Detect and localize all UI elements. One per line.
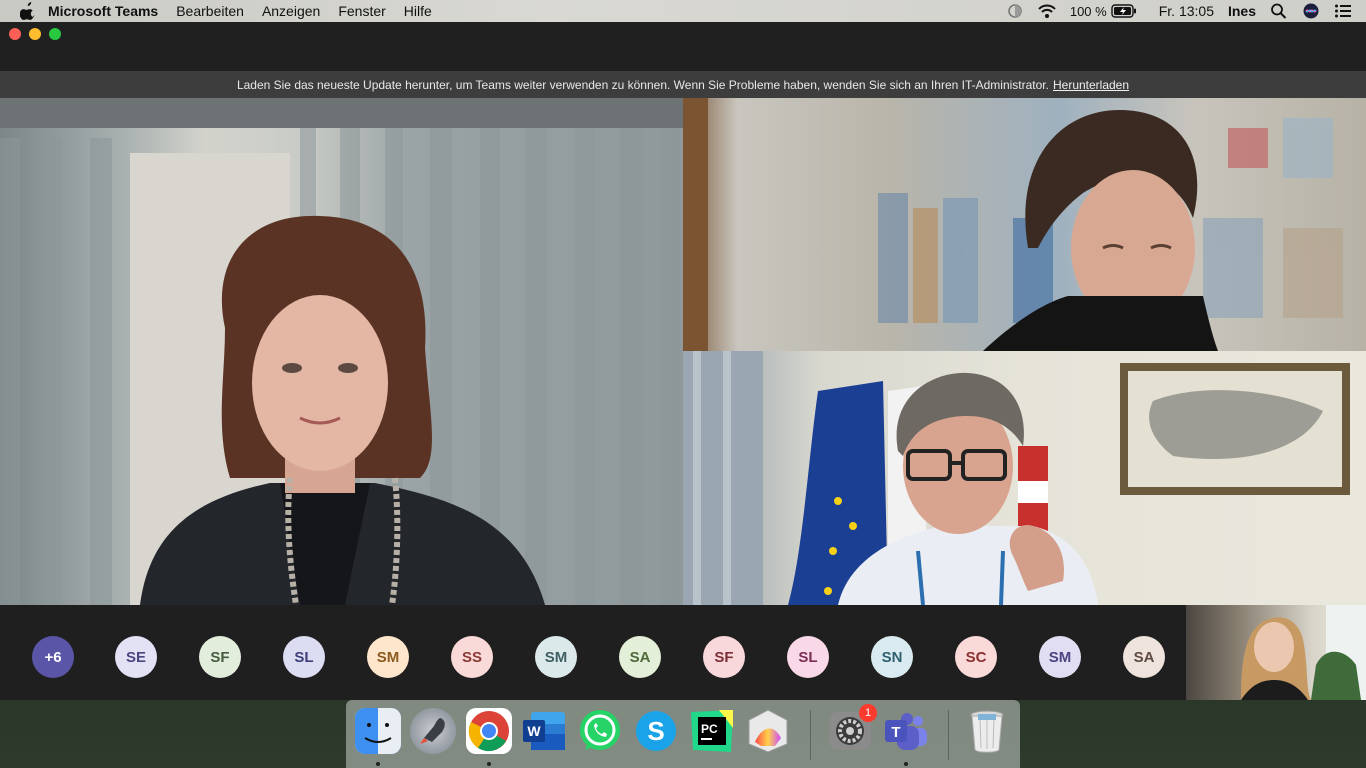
spotlight-search-icon[interactable]	[1270, 3, 1288, 19]
participant-avatar[interactable]: SF	[199, 636, 241, 678]
wifi-icon[interactable]	[1038, 3, 1056, 19]
participant-avatar[interactable]: SM	[367, 636, 409, 678]
avatar-initials: SM	[376, 648, 400, 666]
avatar-initials: SM	[1048, 648, 1072, 666]
update-banner: Laden Sie das neueste Update herunter, u…	[0, 71, 1366, 98]
participant-video-woman-blazer	[0, 98, 683, 605]
menu-bar: Microsoft Teams Bearbeiten Anzeigen Fens…	[0, 0, 1366, 22]
avatar-initials: SF	[210, 648, 230, 666]
avatar-initials: SF	[714, 648, 734, 666]
teams-icon: T	[885, 713, 927, 750]
participant-avatar[interactable]: SA	[619, 636, 661, 678]
participant-strip: +6 SE SF SL SM SS SM SA SF SL SN SC SM S…	[0, 605, 1186, 700]
apple-icon[interactable]	[20, 2, 36, 20]
battery-percentage: 100 %	[1069, 3, 1107, 19]
participant-avatar[interactable]: SF	[703, 636, 745, 678]
avatar-initials: SA	[1133, 648, 1155, 666]
participant-avatar[interactable]: SA	[1123, 636, 1165, 678]
video-tile-participant-3[interactable]	[683, 351, 1366, 605]
avatar-initials: SM	[544, 648, 568, 666]
participant-avatar[interactable]: SE	[115, 636, 157, 678]
window-close-button[interactable]	[9, 28, 21, 40]
word-icon: W	[523, 712, 565, 750]
avatar-initials: SE	[125, 648, 146, 666]
menu-anzeigen[interactable]: Anzeigen	[262, 3, 320, 19]
participant-avatar[interactable]: SS	[451, 636, 493, 678]
rocket-icon	[420, 718, 445, 744]
participant-avatar[interactable]: SL	[787, 636, 829, 678]
participant-avatar[interactable]: SC	[955, 636, 997, 678]
video-stage	[0, 98, 1366, 605]
menu-hilfe[interactable]: Hilfe	[404, 3, 432, 19]
siri-icon[interactable]	[1302, 3, 1320, 19]
menu-app-name[interactable]: Microsoft Teams	[48, 3, 158, 19]
svg-text:S: S	[647, 716, 664, 746]
dock-grapher[interactable]	[745, 708, 791, 754]
dock-finder[interactable]	[355, 708, 401, 754]
avatar-initials: SC	[965, 648, 987, 666]
svg-text:W: W	[527, 723, 541, 739]
window-maximize-button[interactable]	[49, 28, 61, 40]
skype-icon: S	[636, 711, 676, 751]
video-tile-main-speaker[interactable]	[0, 98, 683, 605]
dock-whatsapp[interactable]	[577, 708, 623, 754]
dock-chrome[interactable]	[466, 708, 512, 754]
avatar-initials: SL	[798, 648, 818, 666]
finder-icon	[355, 708, 401, 754]
avatar-initials: +6	[44, 648, 62, 666]
self-video-woman	[1241, 605, 1366, 700]
trash-icon	[970, 710, 1004, 753]
participant-avatar[interactable]: SL	[283, 636, 325, 678]
dock-trash[interactable]	[964, 708, 1010, 754]
participant-avatar[interactable]: SM	[1039, 636, 1081, 678]
avatar-initials: SS	[461, 648, 482, 666]
dock-word[interactable]: W	[521, 708, 567, 754]
participant-video-woman-turtleneck	[683, 98, 1343, 351]
pycharm-icon: PC	[691, 710, 733, 752]
grapher-icon	[748, 709, 788, 753]
dock: W S PC 1 T	[346, 700, 1020, 768]
whatsapp-icon	[580, 710, 620, 750]
dock-separator	[948, 710, 949, 760]
svg-text:PC: PC	[701, 722, 718, 736]
clock[interactable]: Fr. 13:05	[1159, 3, 1214, 19]
video-tile-participant-2[interactable]	[683, 98, 1366, 351]
dock-pycharm[interactable]: PC	[689, 708, 735, 754]
participant-video-man-glasses	[683, 351, 1350, 605]
dock-separator	[810, 710, 811, 760]
dock-running-indicator	[487, 762, 491, 766]
dock-running-indicator	[904, 762, 908, 766]
dock-launchpad[interactable]	[410, 708, 456, 754]
focus-icon[interactable]	[1006, 3, 1024, 19]
chrome-icon	[468, 711, 509, 752]
dock-teams[interactable]: T	[883, 708, 929, 754]
avatar-initials: SA	[629, 648, 651, 666]
title-bar[interactable]	[0, 22, 1366, 71]
dock-running-indicator	[376, 762, 380, 766]
menu-fenster[interactable]: Fenster	[338, 3, 385, 19]
avatar-initials: SL	[294, 648, 314, 666]
self-view-video[interactable]	[1186, 605, 1366, 700]
dock-skype[interactable]: S	[633, 708, 679, 754]
user-name[interactable]: Ines	[1228, 3, 1256, 19]
update-banner-message: Laden Sie das neueste Update herunter, u…	[236, 77, 1049, 92]
notification-badge: 1	[859, 704, 877, 722]
avatar-initials: SN	[881, 648, 903, 666]
overflow-participants-button[interactable]: +6	[32, 636, 74, 678]
notification-center-icon[interactable]	[1334, 3, 1352, 19]
window-minimize-button[interactable]	[29, 28, 41, 40]
svg-text:T: T	[891, 724, 900, 741]
teams-window: Laden Sie das neueste Update herunter, u…	[0, 22, 1366, 700]
battery-icon[interactable]	[1111, 4, 1137, 18]
dock-system-preferences[interactable]: 1	[827, 704, 877, 754]
download-link[interactable]: Herunterladen	[1053, 78, 1129, 92]
participant-avatar[interactable]: SN	[871, 636, 913, 678]
menu-bearbeiten[interactable]: Bearbeiten	[176, 3, 244, 19]
participant-avatar[interactable]: SM	[535, 636, 577, 678]
